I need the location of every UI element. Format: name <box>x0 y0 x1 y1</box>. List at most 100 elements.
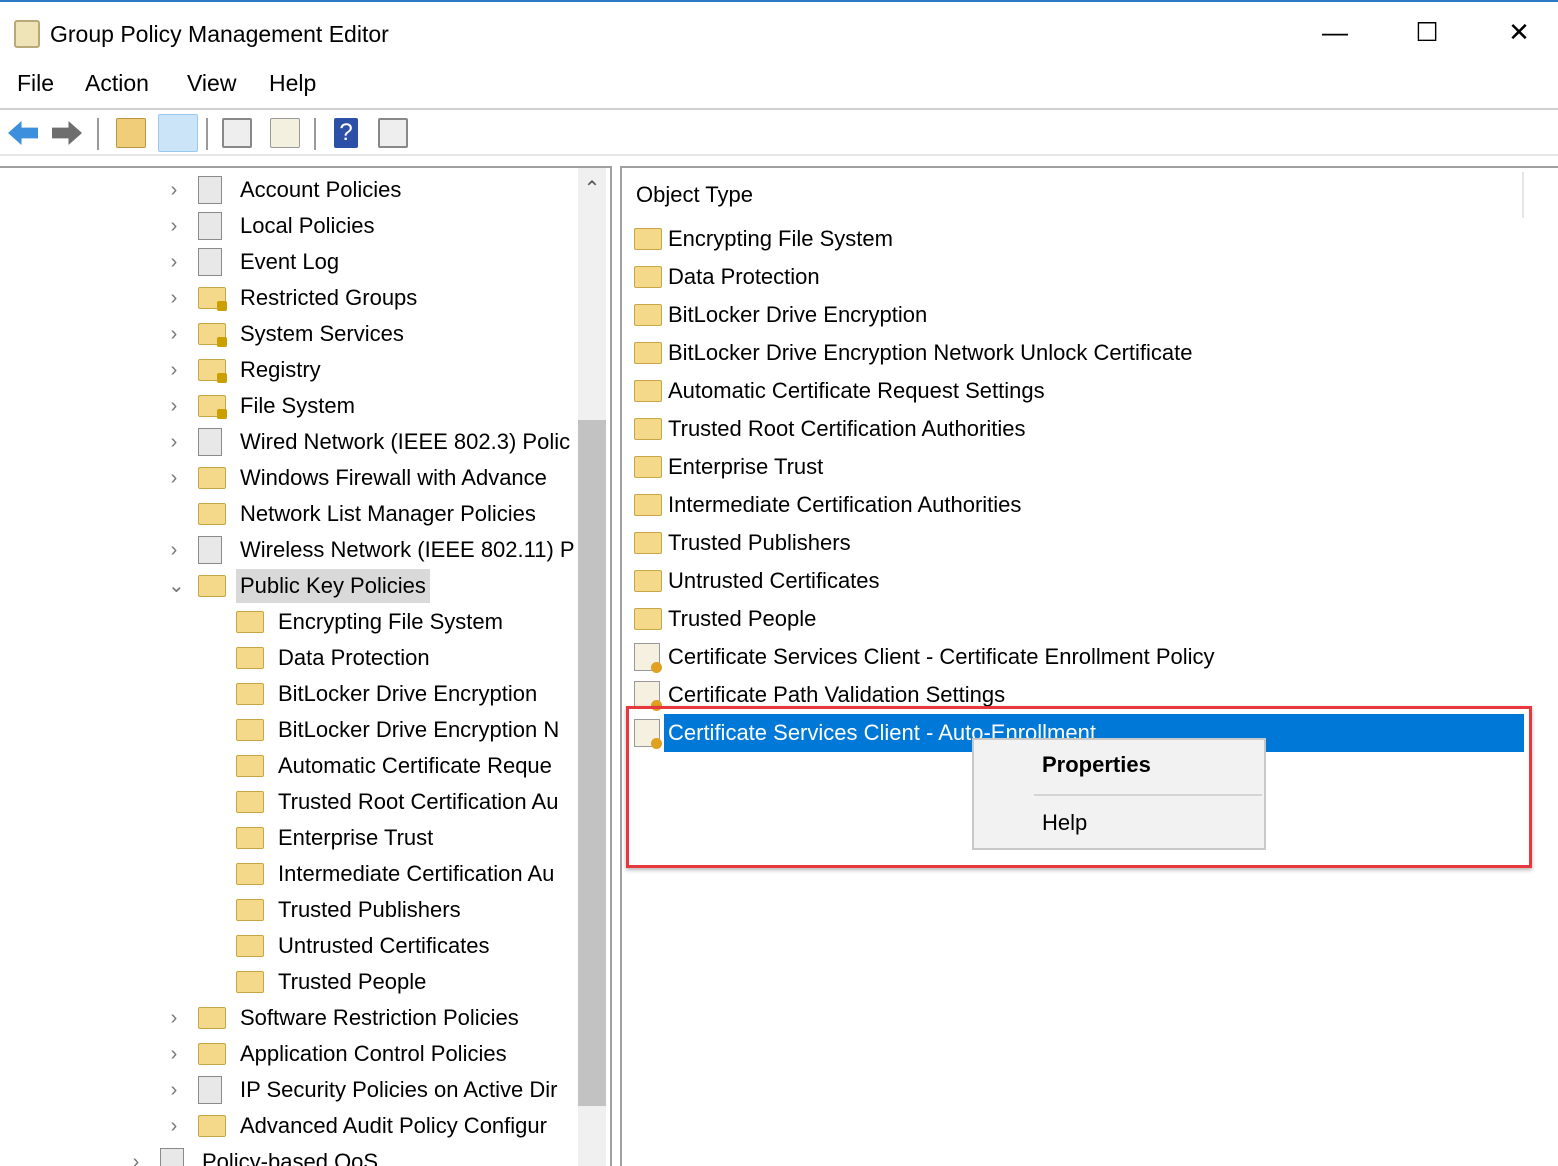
list-item[interactable]: Untrusted Certificates <box>622 564 1522 598</box>
folder-icon <box>236 791 264 813</box>
chevron-right-icon[interactable]: › <box>168 389 180 423</box>
chevron-right-icon[interactable]: › <box>168 173 180 207</box>
menu-view[interactable]: View <box>187 70 236 97</box>
tree-item-label: Enterprise Trust <box>278 825 434 850</box>
tree-item[interactable]: › File System <box>0 389 578 423</box>
tree-item[interactable]: › Windows Firewall with Advance <box>0 461 578 495</box>
tree-item[interactable]: › Software Restriction Policies <box>0 1001 578 1035</box>
tree-item[interactable]: BitLocker Drive Encryption <box>0 677 578 711</box>
tree-item-label: BitLocker Drive Encryption N <box>278 717 560 742</box>
policy-icon <box>198 248 222 276</box>
show-hide-tree-icon[interactable] <box>158 114 198 152</box>
list-item[interactable]: Certificate Services Client - Certificat… <box>622 640 1522 674</box>
up-folder-icon[interactable] <box>116 118 146 148</box>
tree-item[interactable]: Trusted Publishers <box>0 893 578 927</box>
menu-help[interactable]: Help <box>269 70 316 97</box>
chevron-down-icon[interactable]: ⌄ <box>168 569 185 603</box>
minimize-button[interactable]: — <box>1312 12 1358 52</box>
chevron-right-icon[interactable]: › <box>168 425 180 459</box>
chevron-right-icon[interactable]: › <box>168 1073 180 1107</box>
tree-item[interactable]: › Event Log <box>0 245 578 279</box>
tree-item[interactable]: Trusted People <box>0 965 578 999</box>
list-item[interactable]: BitLocker Drive Encryption <box>622 298 1522 332</box>
tree-item-label: Registry <box>240 357 321 382</box>
list-item[interactable]: Enterprise Trust <box>622 450 1522 484</box>
tree-item[interactable]: › Account Policies <box>0 173 578 207</box>
chevron-right-icon[interactable]: › <box>168 1037 180 1071</box>
help-icon[interactable]: ? <box>334 118 358 148</box>
tree-item[interactable]: › Local Policies <box>0 209 578 243</box>
toolbar-separator <box>97 118 99 150</box>
tree-item[interactable]: › Wireless Network (IEEE 802.11) P <box>0 533 578 567</box>
list-item[interactable]: BitLocker Drive Encryption Network Unloc… <box>622 336 1522 370</box>
context-menu-help[interactable]: Help <box>1042 810 1087 836</box>
tree-item[interactable]: Automatic Certificate Reque <box>0 749 578 783</box>
chevron-right-icon[interactable]: › <box>168 461 180 495</box>
chevron-right-icon[interactable]: › <box>168 209 180 243</box>
tree-item[interactable]: › Advanced Audit Policy Configur <box>0 1109 578 1143</box>
list-item-label: BitLocker Drive Encryption Network Unloc… <box>668 340 1193 365</box>
folder-icon <box>198 1115 226 1137</box>
scrollbar-thumb[interactable] <box>578 420 606 1106</box>
tree-item[interactable]: Enterprise Trust <box>0 821 578 855</box>
list-item[interactable]: Automatic Certificate Request Settings <box>622 374 1522 408</box>
list-item[interactable]: Intermediate Certification Authorities <box>622 488 1522 522</box>
tree-item-label: Windows Firewall with Advance <box>240 465 547 490</box>
tree-item[interactable]: Trusted Root Certification Au <box>0 785 578 819</box>
chevron-right-icon[interactable]: › <box>168 1109 180 1143</box>
chevron-right-icon[interactable]: › <box>168 317 180 351</box>
folder-icon <box>634 456 662 478</box>
tree-item[interactable]: › IP Security Policies on Active Dir <box>0 1073 578 1107</box>
chevron-right-icon[interactable]: › <box>168 281 180 315</box>
list-item[interactable]: Trusted People <box>622 602 1522 636</box>
tree-item[interactable]: Intermediate Certification Au <box>0 857 578 891</box>
context-menu-properties[interactable]: Properties <box>1042 752 1151 778</box>
tree-scrollbar[interactable]: ⌃ <box>578 168 606 1166</box>
context-menu: Properties Help <box>972 738 1266 850</box>
chevron-right-icon[interactable]: › <box>168 1001 180 1035</box>
tree-item[interactable]: Network List Manager Policies <box>0 497 578 531</box>
tree-item-label: Wireless Network (IEEE 802.11) P <box>240 537 575 562</box>
tree-item[interactable]: Untrusted Certificates <box>0 929 578 963</box>
close-button[interactable]: ✕ <box>1496 12 1542 52</box>
chevron-right-icon[interactable]: › <box>168 533 180 567</box>
chevron-right-icon[interactable]: › <box>168 353 180 387</box>
certificate-icon <box>634 643 662 673</box>
tree-item[interactable]: Encrypting File System <box>0 605 578 639</box>
tree-item-label: Untrusted Certificates <box>278 933 490 958</box>
tree-item[interactable]: › Registry <box>0 353 578 387</box>
tree-item-label: Public Key Policies <box>236 569 430 603</box>
tree-item[interactable]: › Policy-based QoS <box>0 1145 578 1166</box>
tree-item[interactable]: › Restricted Groups <box>0 281 578 315</box>
properties-icon[interactable] <box>222 118 252 148</box>
maximize-button[interactable]: ☐ <box>1404 12 1450 52</box>
tree-item[interactable]: Data Protection <box>0 641 578 675</box>
locked-folder-icon <box>198 359 227 383</box>
show-action-pane-icon[interactable] <box>378 118 408 148</box>
list-item[interactable]: Trusted Root Certification Authorities <box>622 412 1522 446</box>
back-icon[interactable] <box>8 121 38 145</box>
chevron-right-icon[interactable]: › <box>168 245 180 279</box>
column-divider[interactable] <box>1522 172 1524 218</box>
list-item[interactable]: Data Protection <box>622 260 1522 294</box>
tree-item[interactable]: › Application Control Policies <box>0 1037 578 1071</box>
tree-item[interactable]: BitLocker Drive Encryption N <box>0 713 578 747</box>
scroll-up-icon[interactable]: ⌃ <box>578 176 606 201</box>
folder-icon <box>634 342 662 364</box>
folder-icon <box>634 380 662 402</box>
menu-action[interactable]: Action <box>85 70 149 97</box>
menu-file[interactable]: File <box>17 70 54 97</box>
column-header-object-type[interactable]: Object Type <box>636 182 753 208</box>
list-item-label: Intermediate Certification Authorities <box>668 492 1022 517</box>
details-pane: Object Type Encrypting File System Data P… <box>620 166 1558 1166</box>
chevron-right-icon[interactable]: › <box>130 1145 142 1166</box>
list-item[interactable]: Encrypting File System <box>622 222 1522 256</box>
tree-item[interactable]: › Wired Network (IEEE 802.3) Polic <box>0 425 578 459</box>
tree-item-label: Encrypting File System <box>278 609 503 634</box>
list-item[interactable]: Trusted Publishers <box>622 526 1522 560</box>
forward-icon[interactable] <box>52 121 82 145</box>
tree-item[interactable]: ⌄ Public Key Policies <box>0 569 578 603</box>
tree-item-label: Network List Manager Policies <box>240 501 536 526</box>
tree-item[interactable]: › System Services <box>0 317 578 351</box>
export-list-icon[interactable] <box>270 118 300 148</box>
